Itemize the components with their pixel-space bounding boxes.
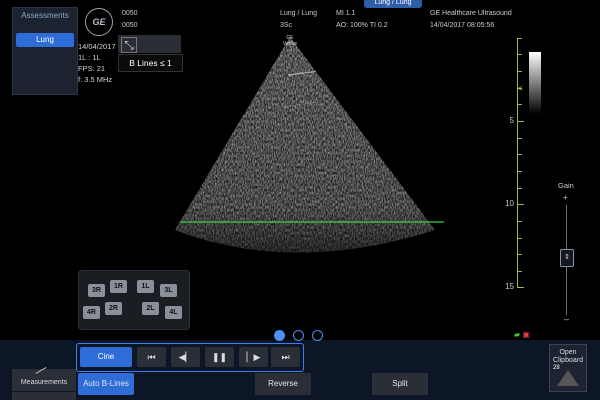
clipboard-count: 28 <box>553 365 560 371</box>
patient-id: 0050 <box>122 10 138 17</box>
datetime: 14/04/2017 08:05:56 <box>430 22 495 29</box>
zone-2l[interactable]: 2L <box>142 302 159 315</box>
ge-logo: GE <box>85 8 113 36</box>
ultrasound-image[interactable]: GE Venue <box>170 35 460 265</box>
measurements-button[interactable]: Measurements <box>12 369 76 391</box>
printer-icon: ▣ <box>522 330 530 339</box>
grayscale-bar <box>529 52 541 114</box>
probe-label: 3Sc <box>280 22 293 29</box>
patient-id-secondary: 0050 <box>122 22 138 29</box>
page-dot-2[interactable] <box>293 330 304 341</box>
image-line: 1L : 1L <box>78 53 101 62</box>
zone-3r[interactable]: 3R <box>88 284 105 297</box>
depth-label-5: 5 <box>509 116 514 125</box>
step-back-button[interactable]: ◀▏ <box>171 347 200 367</box>
pause-button[interactable]: ❚❚ <box>205 347 234 367</box>
collapse-arrows-icon[interactable]: ⤡ <box>121 37 137 53</box>
mi-readout: MI 1.1 <box>336 10 356 17</box>
assessments-panel: Assessments Lung <box>12 7 78 95</box>
depth-scale: 5 10 15 <box>505 38 528 291</box>
zone-4r[interactable]: 4R <box>83 306 100 319</box>
depth-label-10: 10 <box>505 199 514 208</box>
focus-marker-icon: < <box>518 84 523 93</box>
updown-arrows-icon[interactable]: ⇕ <box>560 249 574 267</box>
gain-label: Gain <box>558 181 574 190</box>
zone-3l[interactable]: 3L <box>160 284 177 297</box>
assessment-lung-button[interactable]: Lung <box>16 33 74 47</box>
cine-button[interactable]: Cine <box>80 347 132 367</box>
battery-icon: ▰ <box>514 330 521 339</box>
zone-1r[interactable]: 1R <box>110 280 127 293</box>
keyboard-tab[interactable] <box>12 392 76 400</box>
clipboard-thumbnail-icon <box>557 370 579 386</box>
company-label: GE Healthcare Ultrasound <box>430 10 512 17</box>
exam-tab[interactable]: Lung / Lung <box>364 0 422 8</box>
skip-to-end-button[interactable]: ⏭ <box>271 347 300 367</box>
zone-4l[interactable]: 4L <box>165 306 182 319</box>
cine-controls: Cine ⏮ ◀▏ ❚❚ ▏▶ ⏭ <box>76 343 304 372</box>
fps-readout: FPS: 21 <box>78 64 106 73</box>
assessments-title: Assessments <box>21 11 69 20</box>
preset-label: Lung / Lung <box>280 10 317 17</box>
split-button[interactable]: Split <box>372 373 428 395</box>
page-dot-3[interactable] <box>312 330 323 341</box>
skip-to-start-button[interactable]: ⏮ <box>137 347 166 367</box>
gain-minus-icon[interactable]: – <box>564 314 569 324</box>
auto-b-lines-button[interactable]: Auto B-Lines <box>78 373 134 395</box>
reverse-button[interactable]: Reverse <box>255 373 311 395</box>
depth-label-15: 15 <box>505 282 514 291</box>
image-date: 14/04/2017 <box>78 42 116 51</box>
frequency-readout: f: 3.5 MHz <box>78 75 113 84</box>
page-dot-1[interactable] <box>274 330 285 341</box>
ao-ti-readout: AO: 100% TI 0.2 <box>336 22 388 29</box>
clipboard-label-2: Clipboard <box>553 357 583 364</box>
zone-2r[interactable]: 2R <box>105 302 122 315</box>
probe-mark-venue: Venue <box>283 41 297 47</box>
step-forward-button[interactable]: ▏▶ <box>239 347 268 367</box>
gain-plus-icon[interactable]: + <box>563 193 568 202</box>
zone-1l[interactable]: 1L <box>137 280 154 293</box>
clipboard-label-1: Open <box>559 349 577 356</box>
status-icons: ▰ ▣ <box>514 330 530 339</box>
lung-zone-map: 3R 1R 1L 3L 4R 2R 2L 4L <box>78 270 190 330</box>
